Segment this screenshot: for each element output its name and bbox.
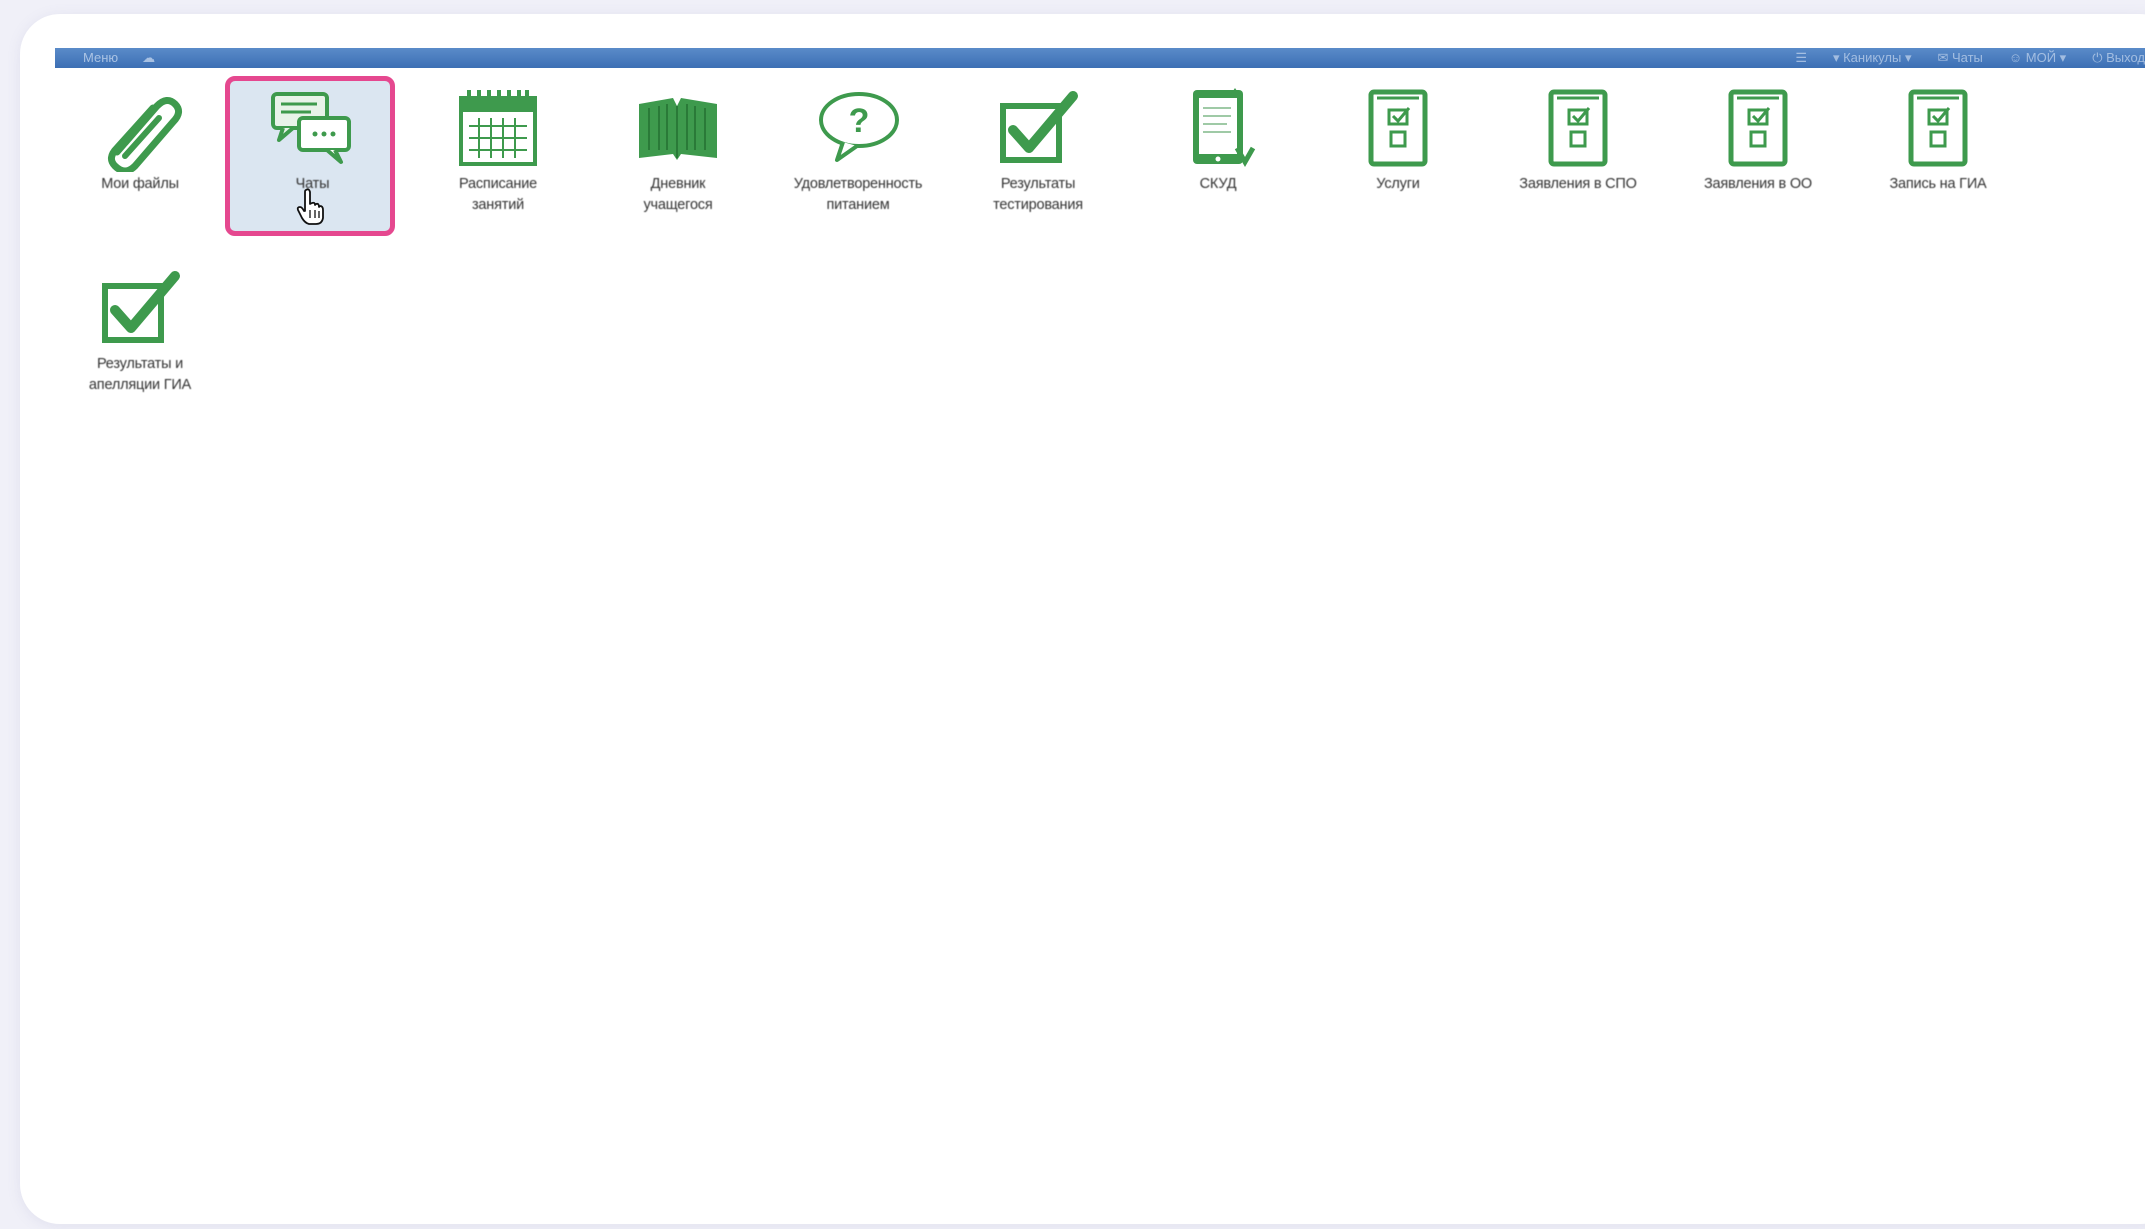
tile-schedule[interactable]: Расписание занятий: [413, 76, 583, 236]
tile-test-results[interactable]: Результаты тестирования: [953, 76, 1123, 236]
hand-pointer-icon: [296, 188, 324, 225]
tile-applications-spo[interactable]: Заявления в СПО: [1493, 76, 1663, 236]
logout-link[interactable]: ⏻ Выход: [2092, 48, 2145, 68]
cloud-icon[interactable]: ☁: [142, 48, 155, 68]
menu-link[interactable]: Меню: [83, 48, 118, 68]
tile-my-files[interactable]: Мои файлы: [55, 76, 225, 236]
tile-skud[interactable]: СКУД: [1133, 76, 1303, 236]
app-window: Меню ☁ ☰ ▾ Каникулы ▾ ✉ Чаты ☺ МОЙ ▾ ⏻ В…: [55, 48, 2145, 1208]
checkbox-icon: [102, 271, 180, 343]
tile-gia-results-appeals[interactable]: Результаты и апелляции ГИА: [55, 256, 225, 416]
tile-food-satisfaction[interactable]: ? Удовлетворенность питанием: [773, 76, 943, 236]
tile-label: Результаты тестирования: [993, 176, 1083, 213]
tile-label: Удовлетворенность питанием: [793, 176, 923, 213]
menu-icon[interactable]: ☰: [1795, 48, 1807, 68]
tile-label: Результаты и апелляции ГИА: [88, 356, 192, 393]
tile-label: Мои файлы: [101, 176, 179, 192]
top-navigation-bar: Меню ☁ ☰ ▾ Каникулы ▾ ✉ Чаты ☺ МОЙ ▾ ⏻ В…: [55, 48, 2145, 68]
tile-applications-oo[interactable]: Заявления в ОО: [1673, 76, 1843, 236]
form-document-icon: [1728, 89, 1788, 167]
tile-label: Заявления в СПО: [1519, 176, 1637, 192]
form-document-icon: [1368, 89, 1428, 167]
document-card-icon: [1193, 88, 1256, 168]
tile-chats[interactable]: Чаты: [225, 76, 395, 236]
tile-services[interactable]: Услуги: [1313, 76, 1483, 236]
calendar-icon: [459, 90, 537, 166]
chats-link[interactable]: ✉ Чаты: [1937, 48, 1982, 68]
period-dropdown[interactable]: ▾ Каникулы ▾: [1833, 48, 1912, 68]
tile-gia-registration[interactable]: Запись на ГИА: [1853, 76, 2023, 236]
book-icon: [639, 98, 717, 160]
tile-label: Расписание занятий: [459, 176, 537, 213]
tile-label: СКУД: [1199, 176, 1237, 192]
user-menu[interactable]: ☺ МОЙ ▾: [2009, 48, 2066, 68]
form-document-icon: [1908, 89, 1968, 167]
chat-icon: [271, 92, 351, 164]
tile-student-diary[interactable]: Дневник учащегося: [593, 76, 763, 236]
tile-label: Запись на ГИА: [1889, 176, 1987, 192]
tile-label: Дневник учащегося: [643, 176, 713, 213]
question-bubble-icon: ?: [819, 92, 899, 162]
form-document-icon: [1548, 89, 1608, 167]
tile-label: Заявления в ОО: [1703, 176, 1813, 192]
checkbox-icon: [1000, 91, 1078, 163]
tile-label: Услуги: [1376, 176, 1420, 192]
svg-text:?: ?: [849, 102, 870, 140]
paperclip-icon: [108, 97, 182, 172]
